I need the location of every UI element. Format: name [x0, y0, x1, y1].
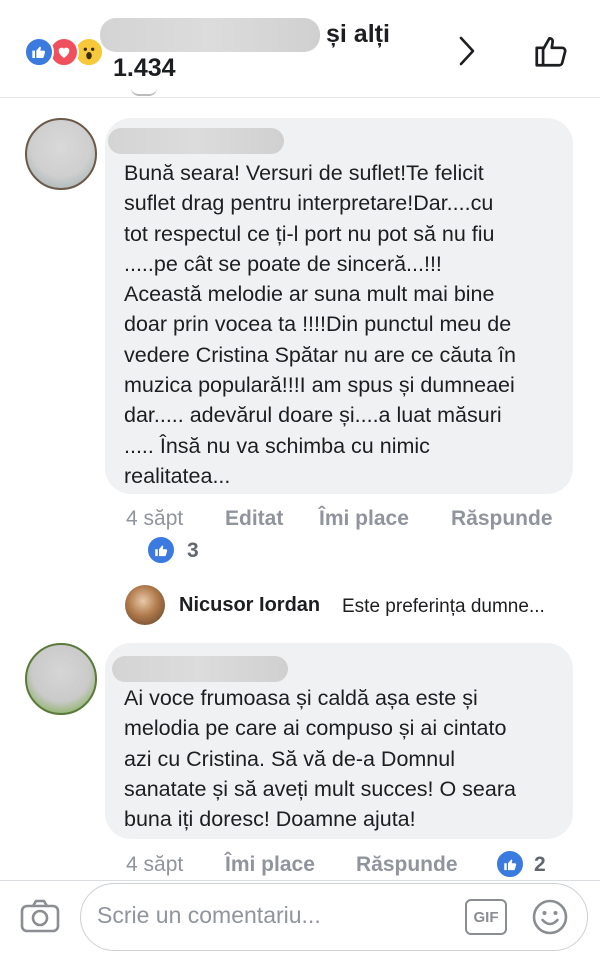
like-count[interactable]: 3: [187, 539, 199, 563]
reply-button[interactable]: Răspunde: [451, 507, 553, 531]
reactions-count: 1.434: [113, 54, 176, 82]
like-reaction-icon: [24, 37, 54, 67]
emoji-icon[interactable]: [531, 898, 569, 941]
reply-button[interactable]: Răspunde: [356, 853, 458, 877]
like-count[interactable]: 2: [534, 853, 546, 877]
redacted-name: [108, 128, 284, 154]
like-button[interactable]: Îmi place: [319, 507, 409, 531]
reactions-header[interactable]: și alți 1.434: [0, 0, 600, 96]
partial-avatar-edge: [131, 88, 157, 96]
reply-author[interactable]: Nicusor Iordan: [179, 594, 320, 617]
comment-input-placeholder: Scrie un comentariu...: [97, 902, 321, 928]
thumbs-up-icon[interactable]: [532, 32, 570, 75]
camera-icon[interactable]: [20, 898, 60, 939]
like-button[interactable]: Îmi place: [225, 853, 315, 877]
redacted-name: [112, 656, 288, 682]
comment-text: Ai voce frumoasa și caldă așa este și me…: [124, 686, 516, 832]
avatar[interactable]: [25, 643, 97, 715]
reactions-suffix: și alți: [326, 20, 390, 48]
header-divider: [0, 97, 600, 98]
reply-preview-text[interactable]: Este preferința dumne...: [342, 596, 545, 618]
comment-time: 4 săpt: [126, 507, 184, 530]
like-count-icon[interactable]: [146, 535, 176, 565]
comment-time: 4 săpt: [126, 853, 184, 876]
edited-label[interactable]: Editat: [225, 507, 283, 531]
redacted-name: [100, 18, 320, 52]
gif-button[interactable]: GIF: [465, 899, 507, 935]
avatar[interactable]: [25, 118, 97, 190]
like-count-icon[interactable]: [495, 849, 525, 879]
comment-text: Bună seara! Versuri de suflet!Te felicit…: [124, 161, 516, 488]
avatar[interactable]: [125, 585, 165, 625]
chevron-right-icon[interactable]: [455, 34, 479, 73]
